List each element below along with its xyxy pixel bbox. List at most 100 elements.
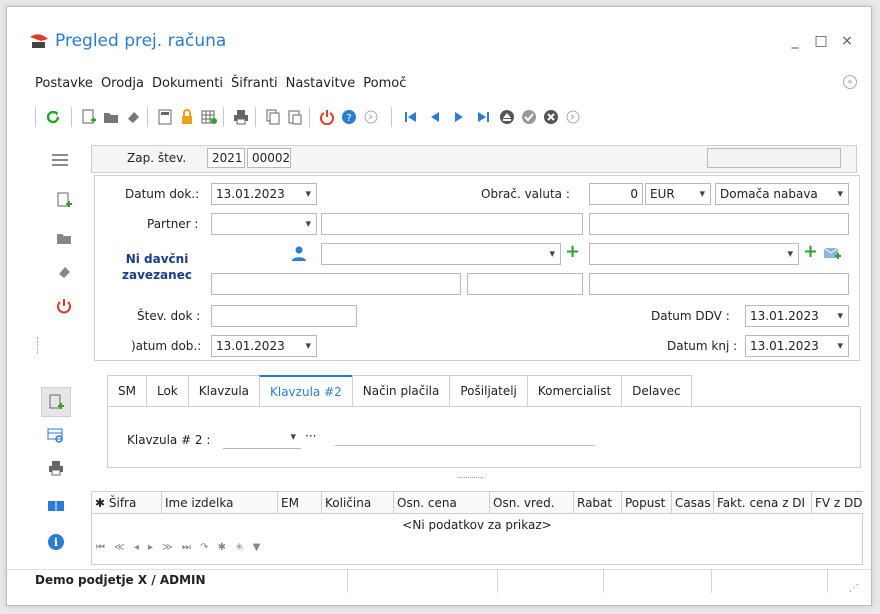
address-field-2[interactable]	[467, 273, 583, 295]
partner-select[interactable]	[211, 213, 317, 235]
currency-select[interactable]: EUR	[645, 183, 711, 205]
last-record-icon[interactable]	[475, 109, 491, 125]
cancel-icon[interactable]	[543, 109, 559, 125]
grid-icon[interactable]	[201, 109, 217, 125]
menu-collapse-icon[interactable]: »	[843, 75, 857, 89]
datum-dob-field[interactable]: 13.01.2023	[211, 335, 317, 357]
new-document-icon[interactable]	[81, 109, 97, 125]
status-company: Demo podjetje X / ADMIN	[35, 573, 206, 587]
menu-bar: Postavke Orodja Dokumenti Šifranti Nasta…	[35, 76, 414, 91]
col-fv-z-dd[interactable]: FV z DD	[812, 492, 864, 514]
partner-label: Partner :	[147, 217, 199, 231]
copy-icon[interactable]	[265, 109, 281, 125]
klavzula2-more-button[interactable]: ···	[305, 429, 316, 443]
partner-name-field[interactable]	[321, 213, 583, 235]
eraser-icon[interactable]	[125, 109, 141, 125]
paste-icon[interactable]	[287, 109, 303, 125]
ni-davcni-label: Ni davčni zavezanec	[122, 252, 192, 282]
klavzula2-select[interactable]	[223, 427, 301, 449]
col-rabat[interactable]: Rabat	[574, 492, 622, 514]
tab-lok[interactable]: Lok	[145, 375, 189, 407]
tab-panel	[107, 406, 861, 468]
col-popust[interactable]: Popust	[622, 492, 672, 514]
expand-icon[interactable]	[363, 109, 379, 125]
menu-pomoc[interactable]: Pomoč	[363, 76, 406, 91]
info-icon[interactable]: i	[47, 533, 65, 551]
folder-icon[interactable]	[103, 109, 119, 125]
nabava-select[interactable]: Domača nabava	[715, 183, 849, 205]
hamburger-menu-icon[interactable]	[51, 151, 69, 169]
calculator-icon[interactable]	[157, 109, 173, 125]
tab-delavec[interactable]: Delavec	[621, 375, 692, 407]
print-icon[interactable]	[233, 109, 249, 125]
grid-navigator[interactable]: ⏮ ≪ ◂ ▸ ≫ ⏭ ↷ ✱ ✳ ▼	[96, 542, 263, 553]
resize-grip-icon[interactable]: ⋰	[849, 583, 859, 594]
side-new-document-icon[interactable]	[55, 191, 73, 209]
address-field-1[interactable]	[211, 273, 461, 295]
side-print-icon[interactable]	[47, 459, 65, 477]
side-power-icon[interactable]	[55, 297, 73, 315]
klavzula2-text-field[interactable]	[335, 445, 595, 446]
side-folder-icon[interactable]	[55, 229, 73, 247]
address-select[interactable]	[589, 243, 799, 265]
power-icon[interactable]	[319, 109, 335, 125]
tab-klavzula[interactable]: Klavzula	[187, 375, 260, 407]
col-fakt-cena[interactable]: Fakt. cena z DI	[714, 492, 812, 514]
svg-text:i: i	[54, 536, 58, 549]
first-record-icon[interactable]	[403, 109, 419, 125]
partner-extra-field[interactable]	[589, 213, 849, 235]
contact-select[interactable]	[321, 243, 561, 265]
splitter-handle[interactable]	[459, 477, 483, 478]
columns-icon[interactable]	[47, 497, 65, 515]
col-ime-izdelka[interactable]: Ime izdelka	[162, 492, 278, 514]
add-address-icon[interactable]: +	[803, 241, 818, 262]
side-new-item-icon[interactable]	[47, 393, 65, 411]
eject-icon[interactable]	[499, 109, 515, 125]
menu-dokumenti[interactable]: Dokumenti	[152, 76, 223, 91]
tab-nacin-placila[interactable]: Način plačila	[351, 375, 451, 407]
col-em[interactable]: EM	[278, 492, 322, 514]
expand-more-icon[interactable]	[565, 109, 581, 125]
col-casas[interactable]: Casas	[672, 492, 714, 514]
app-logo-icon	[30, 34, 48, 48]
menu-sifranti[interactable]: Šifranti	[231, 76, 278, 91]
col-osn-vred[interactable]: Osn. vred.	[490, 492, 574, 514]
menu-postavke[interactable]: Postavke	[35, 76, 93, 91]
datum-ddv-field[interactable]: 13.01.2023	[745, 305, 849, 327]
tab-komercialist[interactable]: Komercialist	[526, 375, 623, 407]
lock-icon[interactable]	[179, 109, 195, 125]
close-button[interactable]: ×	[837, 33, 857, 49]
datum-knj-field[interactable]: 13.01.2023	[745, 335, 849, 357]
menu-nastavitve[interactable]: Nastavitve	[286, 76, 356, 91]
prev-record-icon[interactable]	[427, 109, 443, 125]
col-osn-cena[interactable]: Osn. cena	[394, 492, 490, 514]
table-search-icon[interactable]	[47, 427, 65, 445]
stev-dok-field[interactable]	[211, 305, 357, 327]
col-kolicina[interactable]: Količina	[322, 492, 394, 514]
stev-dok-label: Štev. dok :	[137, 309, 201, 323]
add-contact-icon[interactable]: +	[565, 241, 580, 262]
tab-posiljatelj[interactable]: Pošiljatelj	[449, 375, 528, 407]
year-field[interactable]: 2021	[207, 148, 245, 168]
tab-klavzula-2[interactable]: Klavzula #2	[259, 375, 353, 407]
tab-sm[interactable]: SM	[107, 375, 147, 407]
obrac-valuta-label: Obrač. valuta :	[481, 187, 570, 201]
obrac-valuta-field[interactable]: 0	[589, 183, 643, 205]
number-field[interactable]: 00002	[247, 148, 291, 168]
klavzula2-label: Klavzula # 2 :	[127, 433, 211, 447]
header-right-field[interactable]	[707, 148, 841, 168]
col-sifra[interactable]: ✱ Šifra	[92, 492, 162, 514]
grid-empty-text: <Ni podatkov za prikaz>	[402, 518, 552, 532]
minimize-button[interactable]: _	[785, 33, 805, 49]
menu-orodja[interactable]: Orodja	[101, 76, 144, 91]
maximize-button[interactable]: □	[811, 33, 831, 49]
help-icon[interactable]: ?	[341, 109, 357, 125]
side-eraser-icon[interactable]	[55, 263, 73, 281]
refresh-icon[interactable]	[45, 109, 61, 125]
address-field-3[interactable]	[589, 273, 849, 295]
datum-dok-field[interactable]: 13.01.2023	[211, 183, 317, 205]
mail-add-icon[interactable]	[823, 245, 841, 261]
user-icon[interactable]	[291, 245, 307, 261]
confirm-icon[interactable]	[521, 109, 537, 125]
next-record-icon[interactable]	[451, 109, 467, 125]
